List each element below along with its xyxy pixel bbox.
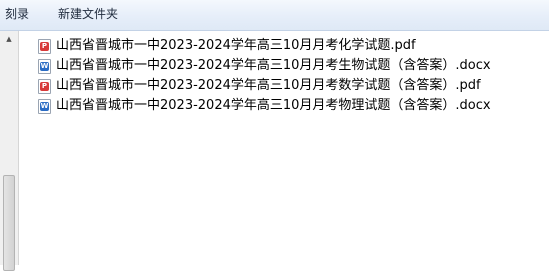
scroll-up-arrow-icon[interactable]: ▲	[4, 35, 14, 43]
new-folder-button[interactable]: 新建文件夹	[58, 7, 118, 21]
file-item[interactable]: W 山西省晋城市一中2023-2024学年高三10月月考物理试题（含答案）.do…	[36, 96, 536, 116]
file-list: P 山西省晋城市一中2023-2024学年高三10月月考化学试题.pdf W 山…	[36, 36, 536, 116]
file-name: 山西省晋城市一中2023-2024学年高三10月月考生物试题（含答案）.docx	[56, 58, 491, 73]
pdf-file-icon: P	[38, 78, 51, 94]
file-name: 山西省晋城市一中2023-2024学年高三10月月考数学试题（含答案）.pdf	[56, 78, 481, 93]
navigation-pane-scrollbar[interactable]: ▲	[0, 31, 19, 271]
file-name: 山西省晋城市一中2023-2024学年高三10月月考化学试题.pdf	[56, 38, 416, 53]
file-name: 山西省晋城市一中2023-2024学年高三10月月考物理试题（含答案）.docx	[56, 98, 491, 113]
scrollbar-thumb[interactable]	[3, 175, 15, 271]
word-file-icon: W	[38, 58, 51, 74]
file-item[interactable]: W 山西省晋城市一中2023-2024学年高三10月月考生物试题（含答案）.do…	[36, 56, 536, 76]
command-toolbar: 刻录 新建文件夹	[0, 0, 549, 31]
burn-button[interactable]: 刻录	[5, 7, 29, 21]
file-item[interactable]: P 山西省晋城市一中2023-2024学年高三10月月考数学试题（含答案）.pd…	[36, 76, 536, 96]
pdf-file-icon: P	[38, 38, 51, 54]
file-item[interactable]: P 山西省晋城市一中2023-2024学年高三10月月考化学试题.pdf	[36, 36, 536, 56]
word-file-icon: W	[38, 98, 51, 114]
